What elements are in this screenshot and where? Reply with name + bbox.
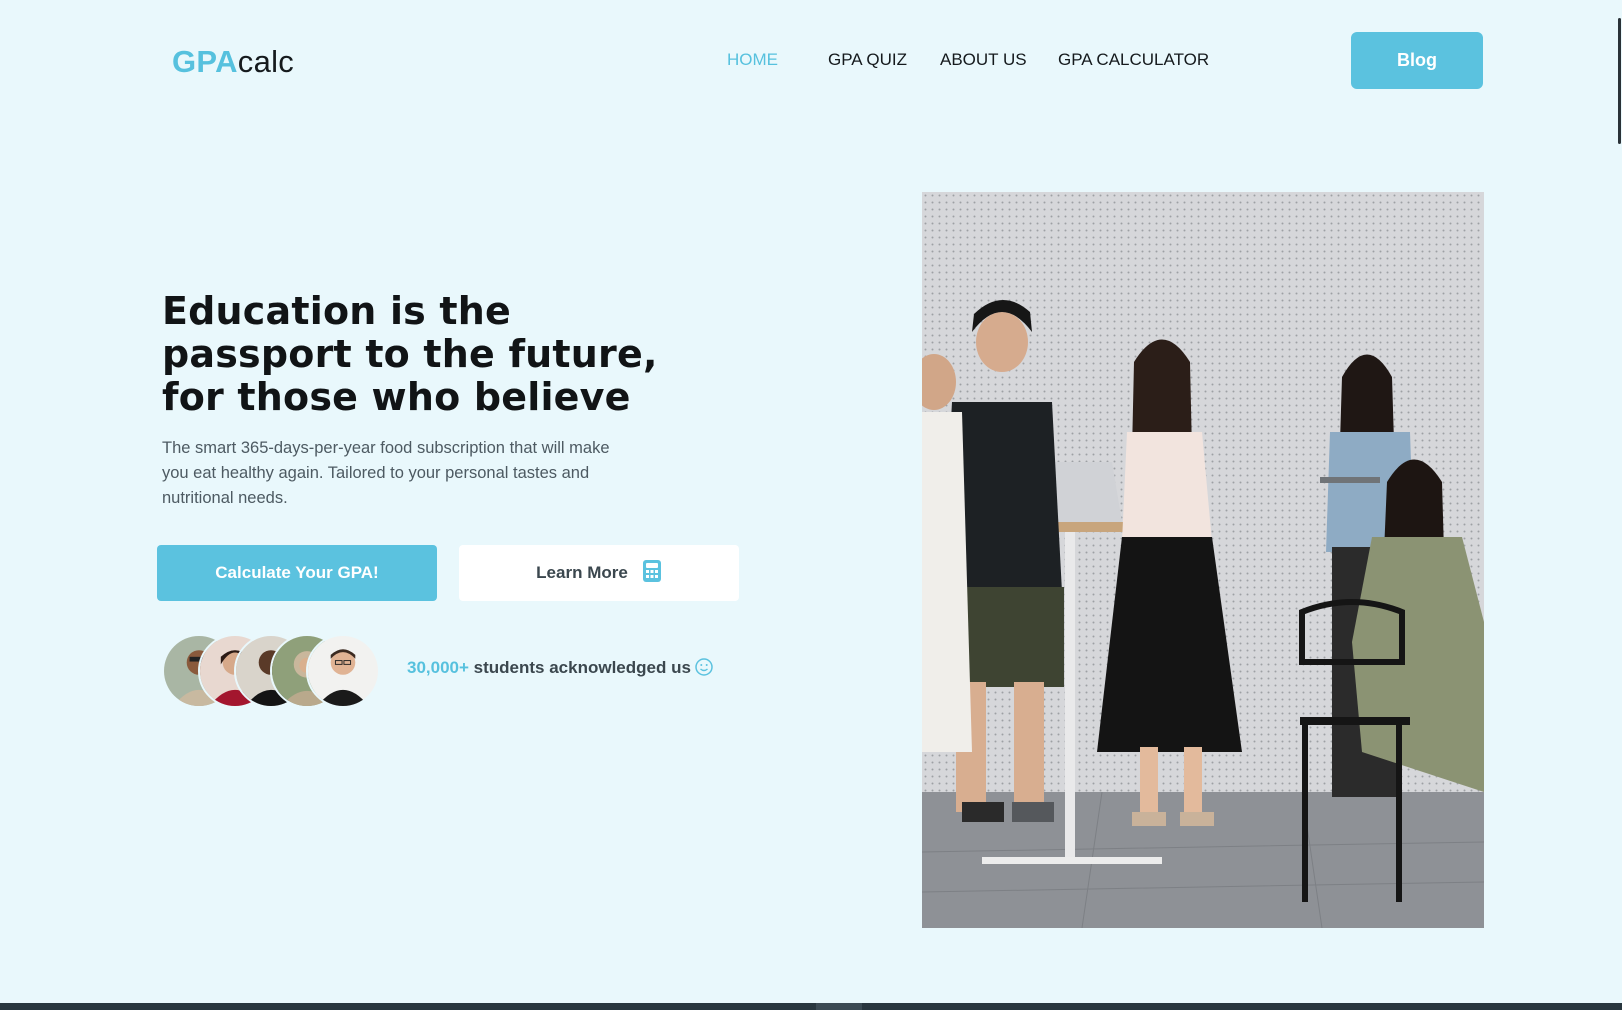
hero-title: Education is the passport to the future,… [162, 289, 658, 419]
student-avatars [162, 634, 382, 708]
students-acknowledged: 30,000+ students acknowledged us [407, 658, 713, 681]
calculator-icon [642, 559, 662, 588]
bottom-strip [0, 1003, 1622, 1010]
blog-button[interactable]: Blog [1351, 32, 1483, 89]
nav-gpa-quiz[interactable]: GPA QUIZ [828, 50, 907, 70]
hero-subtitle: The smart 365-days-per-year food subscri… [162, 439, 610, 507]
logo[interactable]: GPAcalc [172, 44, 294, 80]
scrollbar[interactable] [1615, 0, 1622, 145]
smile-icon [695, 658, 713, 681]
calculate-gpa-button[interactable]: Calculate Your GPA! [157, 545, 437, 601]
calculate-gpa-label: Calculate Your GPA! [215, 563, 379, 582]
learn-more-label: Learn More [536, 563, 628, 582]
bottom-strip-tab[interactable] [816, 1003, 862, 1010]
nav-about-us[interactable]: ABOUT US [940, 50, 1027, 70]
nav-home[interactable]: HOME [727, 50, 778, 70]
students-count: 30,000+ [407, 658, 469, 677]
students-text: students acknowledged us [468, 658, 691, 677]
hero-image [922, 192, 1484, 928]
nav-gpa-calculator[interactable]: GPA CALCULATOR [1058, 50, 1209, 70]
logo-highlight: GPA [172, 44, 238, 79]
logo-rest: calc [237, 44, 295, 79]
scrollbar-thumb[interactable] [1618, 18, 1621, 144]
learn-more-button[interactable]: Learn More [459, 545, 739, 601]
avatar [306, 634, 380, 708]
